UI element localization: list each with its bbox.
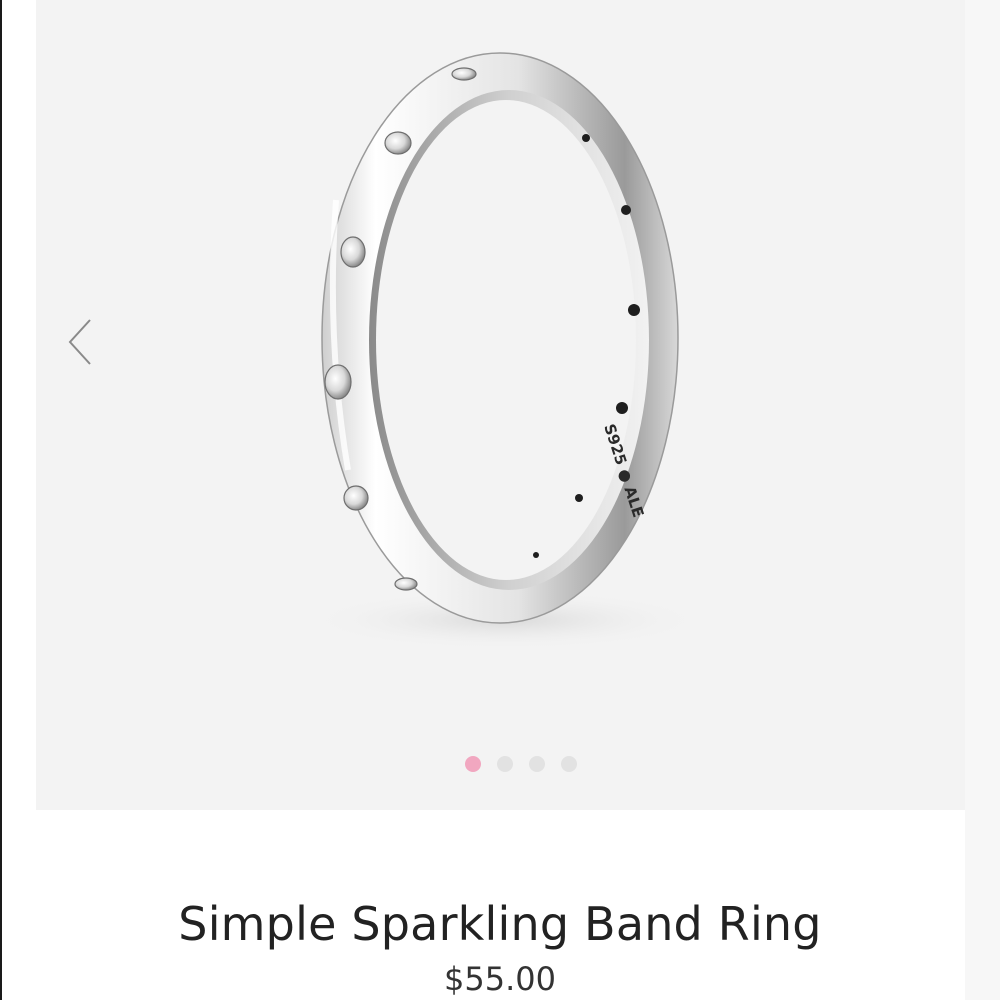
product-price: $55.00 [444,960,556,998]
previous-image-button[interactable] [60,310,104,374]
left-edge-border [0,0,2,1000]
product-page: S925 ● ALE Simple Sparkling Band Ring $5… [0,0,1000,1000]
carousel-dot-3[interactable] [528,756,545,772]
carousel-dot-1[interactable] [464,756,481,772]
product-image-gallery[interactable]: S925 ● ALE [36,0,965,810]
chevron-left-icon [68,319,91,365]
carousel-dot-4[interactable] [560,756,577,772]
carousel-pagination [36,756,965,774]
ring-product-image: S925 ● ALE [306,52,706,650]
right-scroll-area [965,0,1000,1000]
carousel-dot-2[interactable] [496,756,513,772]
product-title: Simple Sparkling Band Ring [178,897,822,951]
